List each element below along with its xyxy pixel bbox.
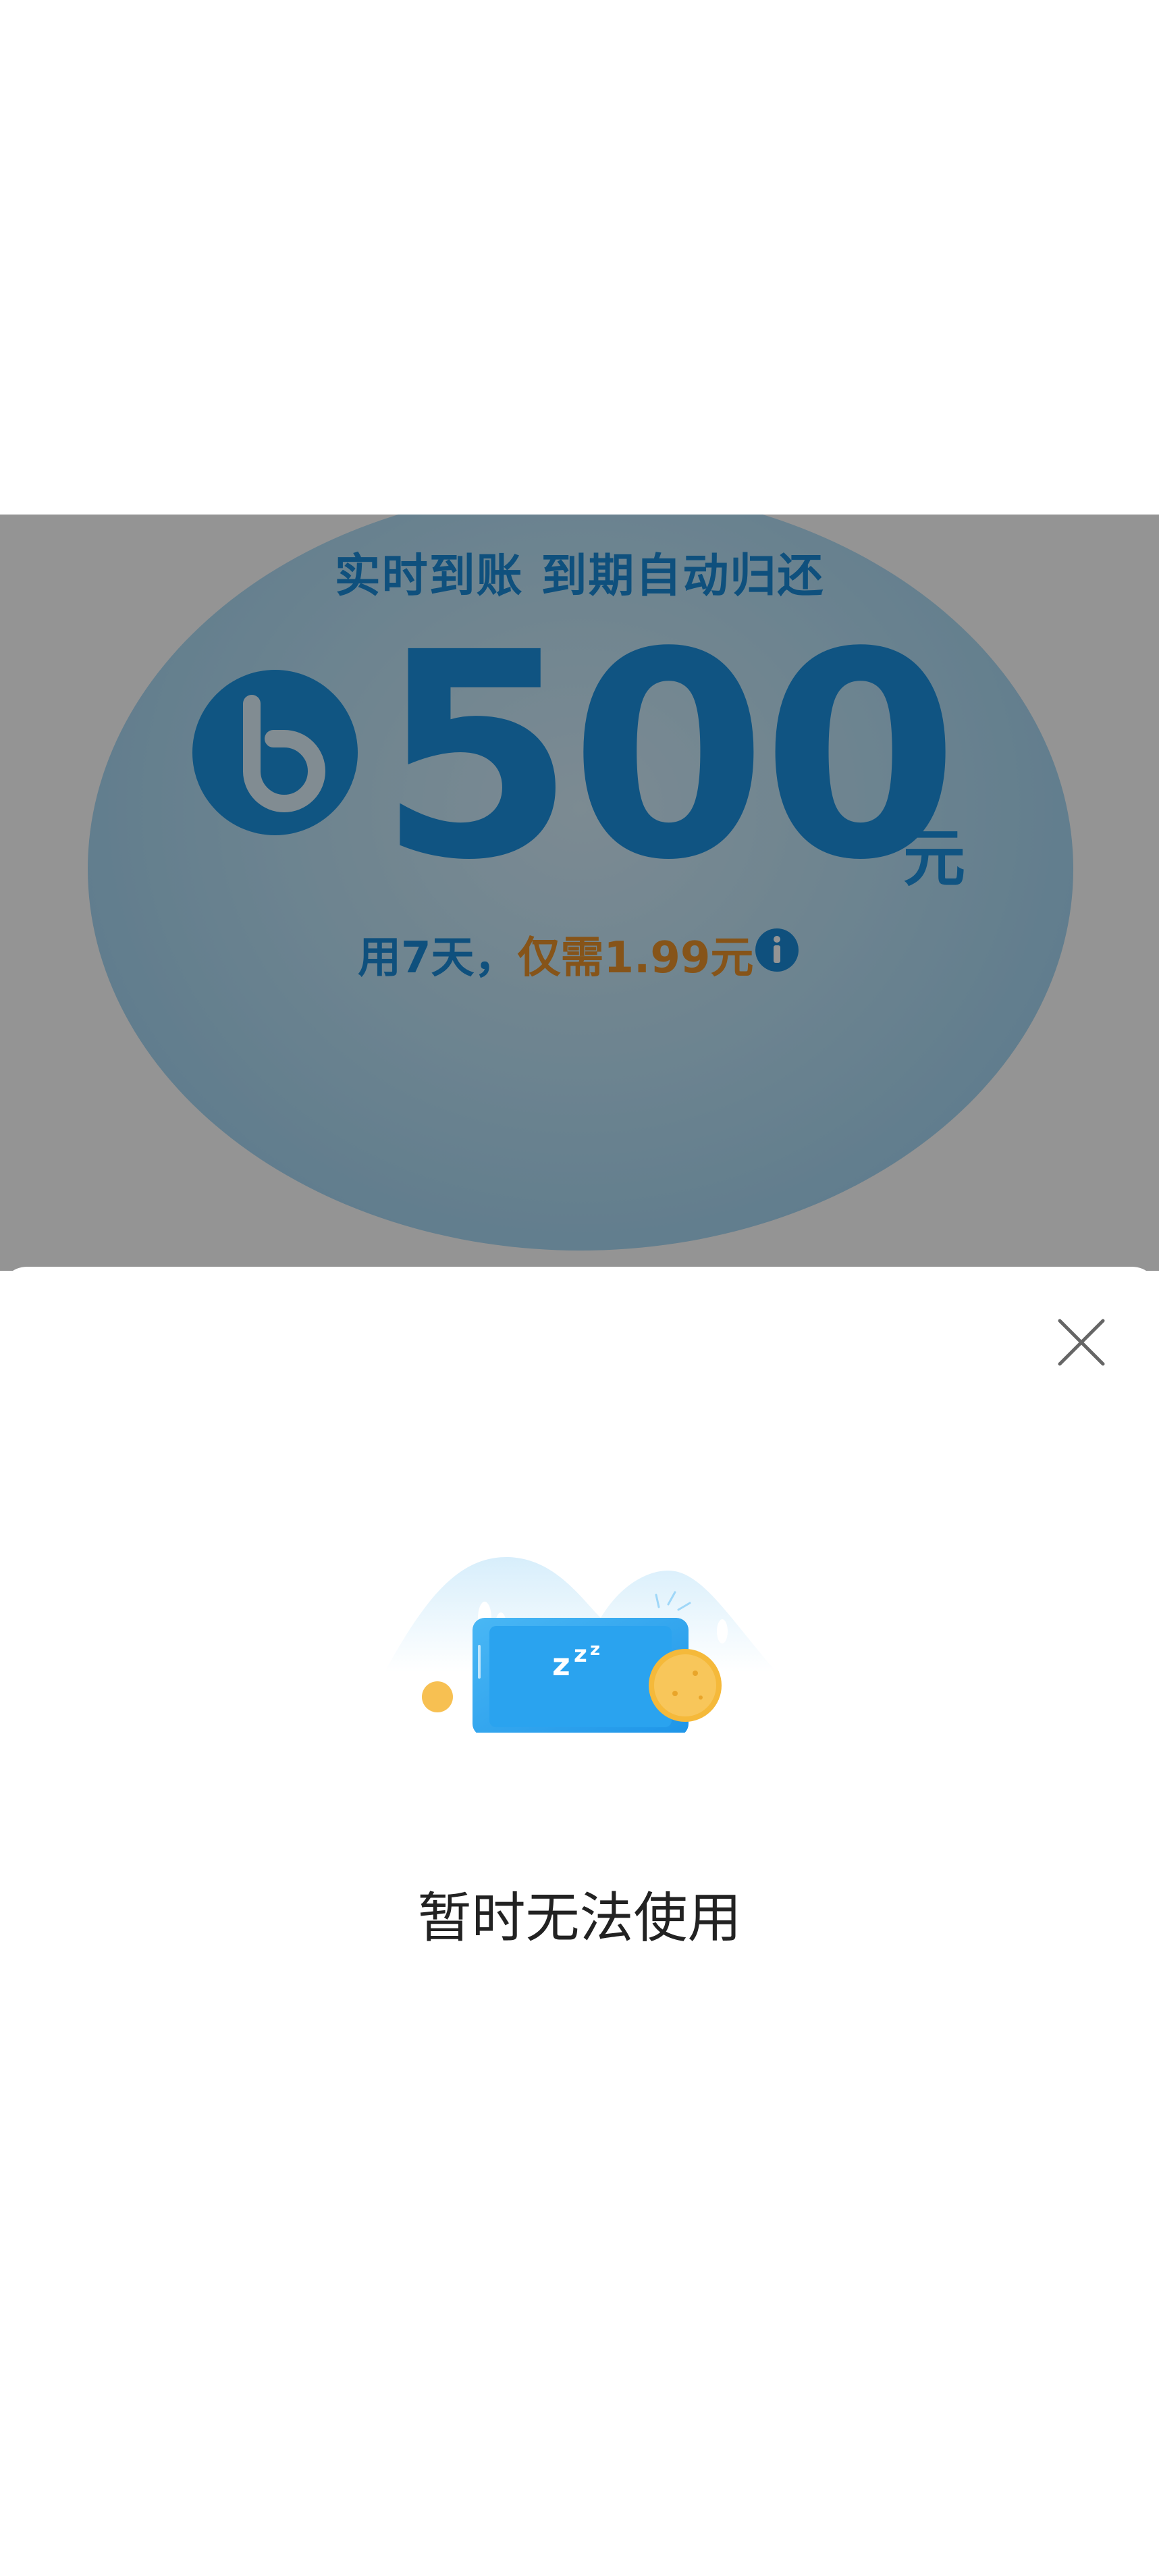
bottom-sheet: z z z 暂时无法使用 [0,1267,1159,2576]
sleeping-phone-illustration: z z z [378,1517,783,1736]
svg-text:z: z [574,1641,587,1668]
close-button[interactable] [1050,1311,1112,1373]
svg-text:z: z [552,1646,570,1683]
close-icon [1058,1319,1105,1366]
svg-text:z: z [590,1639,600,1660]
modal-dim-overlay[interactable] [0,515,1159,1271]
unavailable-message: 暂时无法使用 [417,1887,742,1949]
